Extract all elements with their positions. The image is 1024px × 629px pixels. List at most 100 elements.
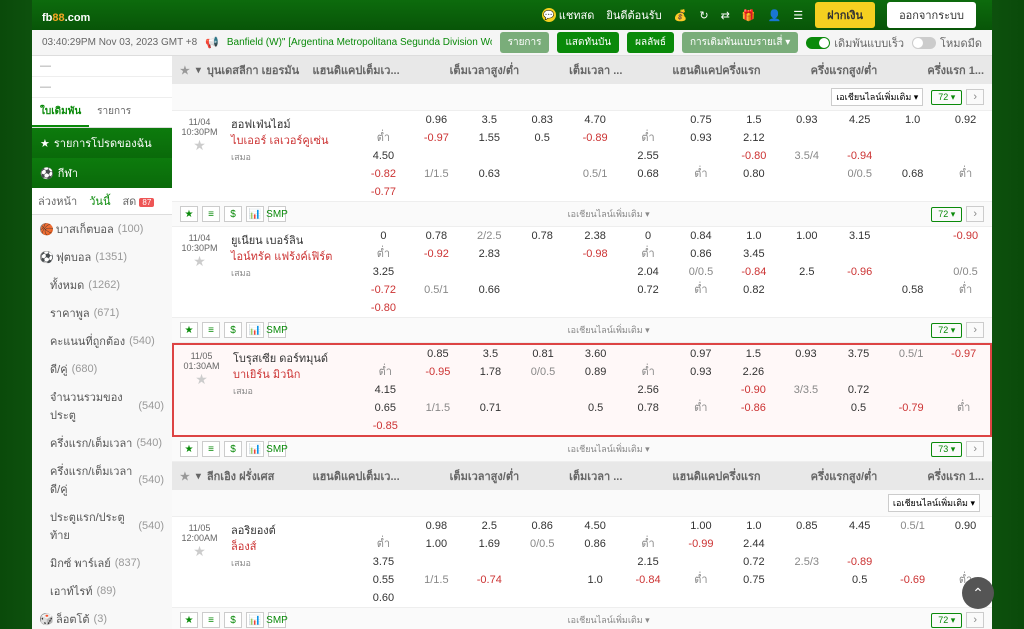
odds-value[interactable]: 0.78 xyxy=(516,227,569,245)
draw-label[interactable]: เสมอ xyxy=(231,149,353,165)
cash-action[interactable]: $ xyxy=(224,441,242,457)
odds-value[interactable]: 0.5/1 xyxy=(885,345,938,363)
sidebar-item[interactable]: ครึ่งแรก/เต็มเวลา ดี/คู่ (540) xyxy=(32,457,172,503)
odds-value[interactable]: 0.58 xyxy=(886,281,939,299)
odds-value[interactable]: 0.68 xyxy=(622,165,675,183)
odds-value[interactable]: 0.83 xyxy=(516,111,569,129)
star-icon[interactable]: ★ xyxy=(180,470,190,483)
odds-value[interactable]: 0/0.5 xyxy=(833,165,886,183)
odds-value[interactable]: -0.82 xyxy=(357,165,410,183)
odds-value[interactable]: 0.63 xyxy=(463,165,516,183)
odds-value[interactable]: 2.5 xyxy=(780,263,833,281)
match-nav[interactable]: › xyxy=(966,612,984,628)
odds-value[interactable]: ต่ำ xyxy=(622,363,675,381)
odds-value[interactable]: 0.93 xyxy=(674,363,727,381)
odds-value[interactable]: 3.5/4 xyxy=(780,147,833,165)
odds-value[interactable]: 2/2.5 xyxy=(463,227,516,245)
odds-value[interactable]: 1.00 xyxy=(675,517,728,535)
odds-value[interactable]: 1.0 xyxy=(727,227,780,245)
odds-value[interactable]: ต่ำ xyxy=(357,129,410,147)
cash-action[interactable]: $ xyxy=(224,612,242,628)
odds-value[interactable]: 4.50 xyxy=(569,517,622,535)
odds-value[interactable]: 1.5 xyxy=(727,111,780,129)
odds-value[interactable]: 2.12 xyxy=(727,129,780,147)
odds-value[interactable]: 4.70 xyxy=(569,111,622,129)
odds-value[interactable]: 1.5 xyxy=(727,345,780,363)
away-team[interactable]: ล็องส์ xyxy=(231,539,353,555)
odds-value[interactable]: ต่ำ xyxy=(939,165,992,183)
more-markets[interactable]: เอเชียนไลน์เพิ่มเติม ▾ xyxy=(568,323,650,337)
odds-value[interactable]: 0.86 xyxy=(569,535,622,553)
odds-value[interactable]: 4.25 xyxy=(833,111,886,129)
odds-value[interactable]: 1.0 xyxy=(569,571,622,589)
odds-value[interactable]: 3.45 xyxy=(727,245,780,263)
odds-value[interactable]: -0.90 xyxy=(727,381,780,399)
sports-header[interactable]: ⚽ กีฬา xyxy=(32,158,172,188)
account-icon[interactable]: 👤 xyxy=(768,9,782,22)
odds-value[interactable]: 1.55 xyxy=(463,129,516,147)
odds-value[interactable]: 0.84 xyxy=(675,227,728,245)
stats-action[interactable]: ≡ xyxy=(202,441,220,457)
odds-value[interactable]: 1.00 xyxy=(780,227,833,245)
star-action[interactable]: ★ xyxy=(180,206,198,222)
odds-value[interactable]: 0.93 xyxy=(780,345,833,363)
odds-value[interactable]: 2.83 xyxy=(463,245,516,263)
odds-value[interactable]: -0.90 xyxy=(939,227,992,245)
odds-value[interactable]: 0.86 xyxy=(675,245,728,263)
odds-value[interactable]: -0.97 xyxy=(937,345,990,363)
star-icon[interactable]: ★ xyxy=(180,64,190,77)
refresh-icon[interactable]: ↻ xyxy=(699,9,708,22)
odds-value[interactable]: 0.81 xyxy=(517,345,570,363)
odds-value[interactable]: ต่ำ xyxy=(939,281,992,299)
odds-value[interactable]: 0 xyxy=(622,227,675,245)
odds-value[interactable]: 1.78 xyxy=(464,363,517,381)
odds-value[interactable]: 2.04 xyxy=(622,263,675,281)
odds-value[interactable]: 3.25 xyxy=(357,263,410,281)
odds-value[interactable]: -0.96 xyxy=(833,263,886,281)
live-chat[interactable]: 💬แชทสด xyxy=(542,6,595,24)
odds-value[interactable]: 0/0.5 xyxy=(516,535,569,553)
odds-value[interactable]: -0.98 xyxy=(569,245,622,263)
balance-icon[interactable]: 💰 xyxy=(674,9,688,22)
market-count[interactable]: 72 ▾ xyxy=(931,90,962,105)
sidebar-item[interactable]: ราคาพูล (671) xyxy=(32,299,172,327)
odds-value[interactable]: 1/1.5 xyxy=(412,399,465,417)
stats-action[interactable]: ≡ xyxy=(202,322,220,338)
odds-value[interactable]: 0.5 xyxy=(832,399,885,417)
odds-value[interactable]: 0.5 xyxy=(569,399,622,417)
sidebar-item[interactable]: คะแนนที่ถูกต้อง (540) xyxy=(32,327,172,355)
scroll-top-button[interactable]: ⌃ xyxy=(962,577,994,609)
odds-value[interactable]: 0.82 xyxy=(727,281,780,299)
odds-value[interactable]: 0 xyxy=(357,227,410,245)
odds-value[interactable]: 2.26 xyxy=(727,363,780,381)
home-team[interactable]: ลอริยองต์ xyxy=(231,523,353,539)
odds-value[interactable]: 0.5/1 xyxy=(886,517,939,535)
odds-value[interactable]: 2.5 xyxy=(463,517,516,535)
subtab-today[interactable]: วันนี้ xyxy=(83,188,116,214)
match-market-count[interactable]: 72 ▾ xyxy=(931,207,962,222)
odds-value[interactable]: -0.92 xyxy=(410,245,463,263)
favorites-header[interactable]: ★ รายการโปรดของฉัน xyxy=(32,128,172,158)
odds-value[interactable]: ต่ำ xyxy=(675,165,728,183)
odds-value[interactable]: 0.93 xyxy=(780,111,833,129)
odds-value[interactable]: ต่ำ xyxy=(675,281,728,299)
odds-value[interactable]: 0.86 xyxy=(516,517,569,535)
cash-action[interactable]: $ xyxy=(224,322,242,338)
odds-value[interactable]: 3/3.5 xyxy=(780,381,833,399)
odds-value[interactable]: ต่ำ xyxy=(937,399,990,417)
odds-value[interactable]: 2.5/3 xyxy=(780,553,833,571)
star-action[interactable]: ★ xyxy=(180,612,198,628)
odds-value[interactable]: -0.86 xyxy=(727,399,780,417)
odds-value[interactable]: 0.78 xyxy=(410,227,463,245)
star-action[interactable]: ★ xyxy=(180,441,198,457)
sidebar-item[interactable]: 🏀บาสเก็ตบอล (100) xyxy=(32,215,172,243)
sidebar-item[interactable]: ประตูแรก/ประตูท้าย (540) xyxy=(32,503,172,549)
home-team[interactable]: ยูเนียน เบอร์ลิน xyxy=(231,233,353,249)
odds-value[interactable]: -0.77 xyxy=(357,183,410,201)
market-select[interactable]: เอเชียนไลน์เพิ่มเติม ▾ xyxy=(888,494,980,512)
odds-value[interactable]: 0.92 xyxy=(939,111,992,129)
odds-value[interactable]: ต่ำ xyxy=(622,245,675,263)
match-nav[interactable]: › xyxy=(966,322,984,338)
draw-label[interactable]: เสมอ xyxy=(231,265,353,281)
odds-value[interactable]: 1/1.5 xyxy=(410,571,463,589)
